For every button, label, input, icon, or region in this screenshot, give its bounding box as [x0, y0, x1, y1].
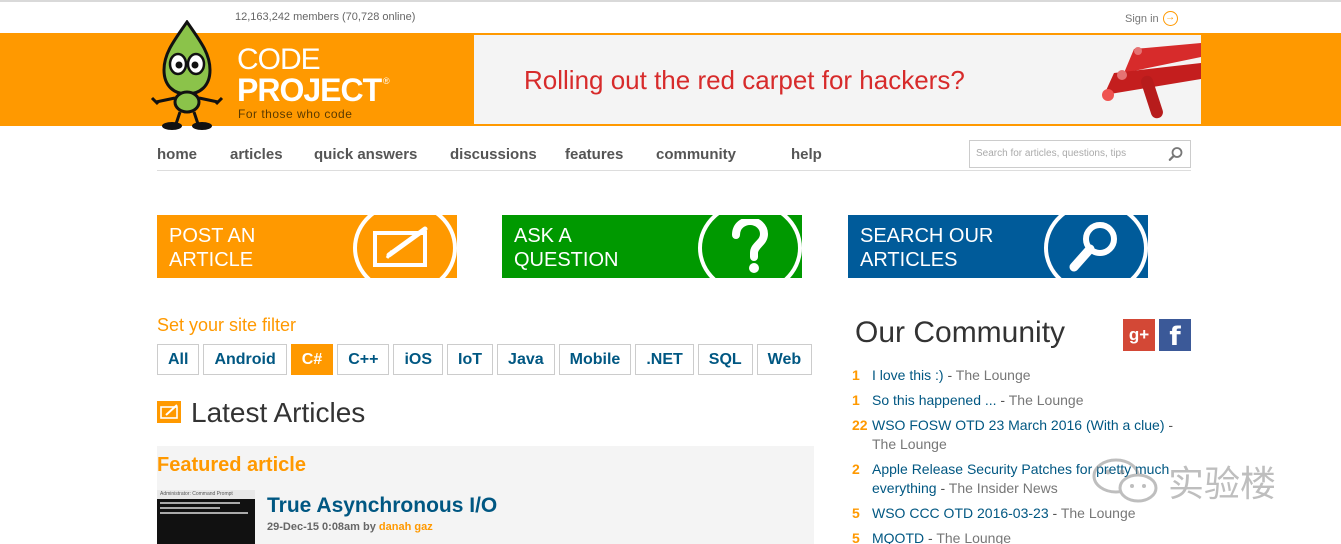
search-articles-tile[interactable]: SEARCH OUR ARTICLES — [848, 215, 1148, 278]
list-item: 1 I love this :) - The Lounge — [852, 366, 1182, 385]
nav-community[interactable]: community — [656, 146, 736, 163]
featured-article-thumbnail[interactable]: Administrator: Command Prompt — [157, 490, 255, 544]
filter-dotnet[interactable]: .NET — [635, 344, 694, 375]
ad-banner[interactable]: Rolling out the red carpet for hackers? — [474, 35, 1201, 124]
watermark-text: 实验楼 — [1168, 464, 1277, 505]
separator: - — [1164, 417, 1174, 433]
logo-registered-mark: ® — [383, 76, 390, 86]
message-count: 5 — [852, 505, 860, 521]
thread-title[interactable]: So this happened ... — [872, 392, 997, 408]
message-count: 2 — [852, 461, 860, 477]
sign-in-label: Sign in — [1125, 12, 1159, 25]
search-input[interactable] — [976, 148, 1156, 159]
thumbnail-caption: Administrator: Command Prompt — [157, 490, 255, 499]
article-author[interactable]: danah gaz — [379, 521, 433, 533]
list-item: 5 WSO CCC OTD 2016-03-23 - The Lounge — [852, 504, 1182, 523]
filter-web[interactable]: Web — [756, 344, 813, 375]
top-border — [0, 0, 1341, 2]
separator: - — [943, 367, 956, 383]
ask-question-tile[interactable]: ASK A QUESTION — [502, 215, 802, 278]
thread-title[interactable]: I love this :) — [872, 367, 944, 383]
site-filter-label: Set your site filter — [157, 315, 297, 335]
nav-quick-answers[interactable]: quick answers — [314, 146, 417, 163]
search-icon — [1069, 222, 1117, 272]
edit-icon — [373, 226, 428, 267]
featured-article-meta: 29-Dec-15 0:08am by danah gaz — [267, 521, 433, 533]
filter-ios[interactable]: iOS — [393, 344, 444, 375]
featured-article-panel: Featured article Administrator: Command … — [157, 446, 814, 544]
filter-java[interactable]: Java — [497, 344, 555, 375]
nav-discussions[interactable]: discussions — [450, 146, 537, 163]
forum-name[interactable]: The Lounge — [936, 530, 1011, 544]
post-article-text: POST AN ARTICLE — [169, 225, 256, 271]
filter-sql[interactable]: SQL — [697, 344, 753, 375]
filter-iot[interactable]: IoT — [447, 344, 494, 375]
separator: - — [996, 392, 1009, 408]
watermark-overlay: 实验楼 — [1090, 450, 1305, 505]
nav-help[interactable]: help — [791, 146, 822, 163]
search-box — [969, 140, 1191, 168]
message-count: 1 — [852, 392, 860, 408]
thread-title[interactable]: MQOTD — [872, 530, 924, 544]
community-title: Our Community — [855, 316, 1066, 349]
message-count: 1 — [852, 367, 860, 383]
forum-name[interactable]: The Lounge — [872, 436, 947, 452]
featured-article-title[interactable]: True Asynchronous I/O — [267, 494, 497, 518]
separator: - — [924, 530, 937, 544]
magnifier-icon[interactable] — [1168, 146, 1184, 162]
search-articles-text: SEARCH OUR ARTICLES — [860, 225, 994, 271]
article-date: 29-Dec-15 0:08am — [267, 521, 360, 533]
filter-csharp[interactable]: C# — [290, 344, 334, 375]
featured-article-label: Featured article — [157, 454, 306, 476]
filter-mobile[interactable]: Mobile — [558, 344, 632, 375]
forum-name[interactable]: The Lounge — [1061, 505, 1136, 521]
bob-mascot-icon[interactable] — [146, 20, 228, 132]
filter-android[interactable]: Android — [203, 344, 287, 375]
list-item: 5 MQOTD - The Lounge — [852, 529, 1182, 544]
wechat-icon — [1092, 458, 1158, 503]
question-icon — [732, 219, 769, 273]
forum-name[interactable]: The Insider News — [949, 480, 1058, 496]
ask-question-text: ASK A QUESTION — [514, 225, 619, 271]
members-count: 12,163,242 members (70,728 online) — [235, 11, 416, 23]
red-carpet-icon — [1102, 43, 1201, 119]
nav-features[interactable]: features — [565, 146, 623, 163]
separator: - — [936, 480, 949, 496]
article-by: by — [363, 521, 376, 533]
logo-code-text[interactable]: CODE — [237, 45, 321, 75]
list-item: 22 WSO FOSW OTD 23 March 2016 (With a cl… — [852, 416, 1182, 454]
forum-name[interactable]: The Lounge — [1009, 392, 1084, 408]
thread-title[interactable]: WSO FOSW OTD 23 March 2016 (With a clue) — [872, 417, 1165, 433]
nav-articles[interactable]: articles — [230, 146, 283, 163]
facebook-icon[interactable]: f — [1159, 319, 1191, 352]
site-filter-bar: All Android C# C++ iOS IoT Java Mobile .… — [157, 344, 813, 375]
sign-in-link[interactable]: Sign in → — [1125, 11, 1178, 26]
filter-cpp[interactable]: C++ — [337, 344, 390, 375]
logo-project-text[interactable]: PROJECT — [237, 74, 382, 106]
separator: - — [1048, 505, 1061, 521]
message-count: 5 — [852, 530, 860, 544]
google-plus-icon[interactable]: g+ — [1123, 319, 1155, 351]
ad-banner-text: Rolling out the red carpet for hackers? — [524, 65, 965, 95]
forum-name[interactable]: The Lounge — [956, 367, 1031, 383]
latest-articles-icon — [157, 401, 181, 423]
thumbnail-console — [157, 499, 255, 544]
nav-home[interactable]: home — [157, 146, 197, 163]
post-article-tile[interactable]: POST AN ARTICLE — [157, 215, 457, 278]
filter-all[interactable]: All — [157, 344, 200, 375]
latest-articles-title: Latest Articles — [191, 397, 366, 428]
message-count: 22 — [852, 417, 868, 433]
arrow-right-circle-icon: → — [1162, 11, 1178, 26]
list-item: 1 So this happened ... - The Lounge — [852, 391, 1182, 410]
thread-title[interactable]: WSO CCC OTD 2016-03-23 — [872, 505, 1049, 521]
logo-tagline: For those who code — [238, 107, 353, 121]
